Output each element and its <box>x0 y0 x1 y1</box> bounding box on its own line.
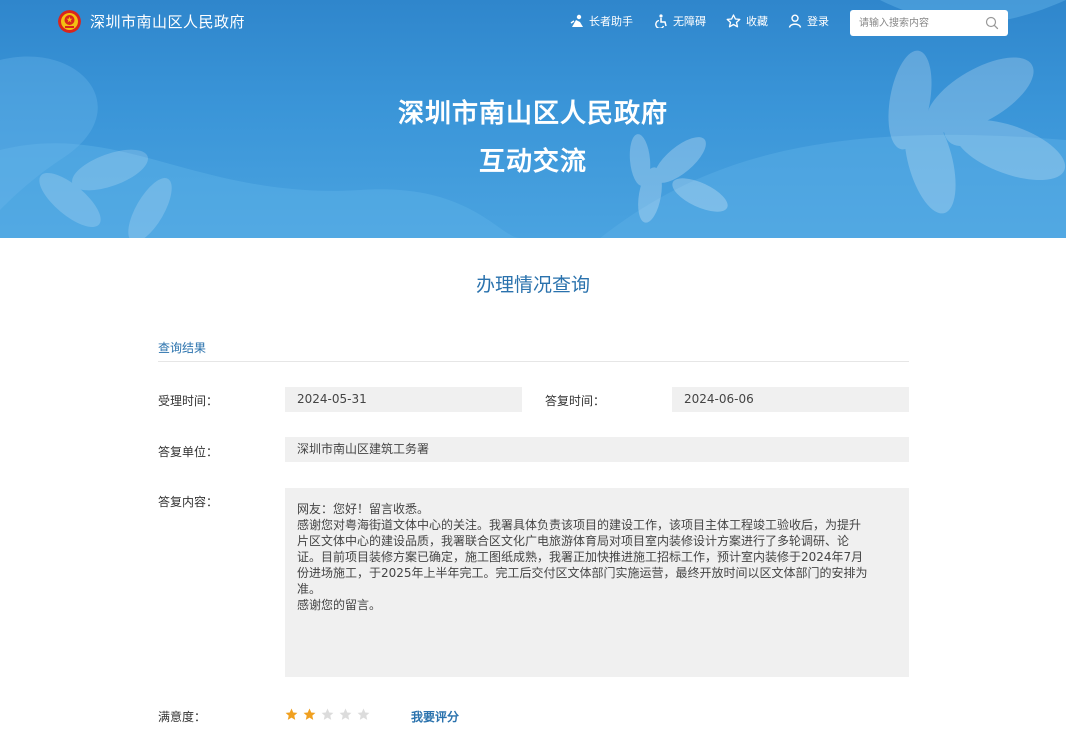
reply-unit-label: 答复单位： <box>158 445 219 459</box>
satisfaction-rating[interactable] <box>285 708 375 721</box>
reply-line: 准。 <box>297 582 322 596</box>
star-outline-icon <box>726 14 741 28</box>
star-filled-icon[interactable] <box>285 708 298 721</box>
reply-time-label: 答复时间： <box>545 394 606 408</box>
login-link[interactable]: 登录 <box>788 13 829 29</box>
satisfaction-label: 满意度： <box>158 710 207 724</box>
star-empty-icon[interactable] <box>321 708 334 721</box>
section-divider <box>158 361 909 362</box>
elder-assistant-link[interactable]: 长者助手 <box>570 13 633 29</box>
reply-line: 片区文体中心的建设品质，我署联合区文化广电旅游体育局对项目室内装修设计方案进行了… <box>297 534 850 548</box>
reply-content-label: 答复内容： <box>158 495 219 509</box>
reply-time-value: 2024-06-06 <box>672 387 909 412</box>
banner-subtitle: 互动交流 <box>478 147 587 177</box>
elder-assistant-label: 长者助手 <box>589 15 633 28</box>
national-emblem-icon <box>58 10 81 33</box>
reply-content-box: 网友：您好！留言收悉。 感谢您对粤海街道文体中心的关注。我署具体负责该项目的建设… <box>285 488 909 677</box>
elder-assistant-icon <box>570 14 583 27</box>
user-icon <box>788 14 802 28</box>
section-title: 查询结果 <box>158 341 207 355</box>
search-input[interactable] <box>850 10 980 36</box>
reply-line: 份进场施工，于2025年上半年完工。完工后交付区文体部门实施运营，最终开放时间以… <box>297 566 868 580</box>
accessibility-label: 无障碍 <box>673 15 706 28</box>
top-navigation-bar: 深圳市南山区人民政府 长者助手 无障碍 收藏 登录 请输入搜索内容 <box>0 0 1066 44</box>
accessibility-icon <box>655 14 667 28</box>
accept-time-value: 2024-05-31 <box>285 387 522 412</box>
reply-line: 证。目前项目装修方案已确定，施工图纸成熟，我署正加快推进施工招标工作，预计室内装… <box>297 550 864 564</box>
star-empty-icon[interactable] <box>339 708 352 721</box>
login-label: 登录 <box>807 15 829 28</box>
star-empty-icon[interactable] <box>357 708 370 721</box>
favorite-label: 收藏 <box>746 15 768 28</box>
search-icon[interactable] <box>985 16 999 30</box>
banner-title: 深圳市南山区人民政府 <box>397 99 668 129</box>
site-brand[interactable]: 深圳市南山区人民政府 <box>58 10 245 33</box>
site-name: 深圳市南山区人民政府 <box>90 13 246 31</box>
page-title: 办理情况查询 <box>475 274 590 296</box>
reply-unit-value: 深圳市南山区建筑工务署 <box>285 437 909 462</box>
rate-button[interactable]: 我要评分 <box>411 708 459 725</box>
banner: 深圳市南山区人民政府 长者助手 无障碍 收藏 登录 请输入搜索内容 深圳市南山区… <box>0 0 1066 238</box>
accept-time-label: 受理时间： <box>158 394 219 408</box>
favorite-link[interactable]: 收藏 <box>726 13 768 29</box>
search-box <box>850 10 1008 36</box>
reply-line: 网友：您好！留言收悉。 <box>297 502 430 516</box>
reply-line: 感谢您对粤海街道文体中心的关注。我署具体负责该项目的建设工作，该项目主体工程竣工… <box>297 518 862 532</box>
accessibility-link[interactable]: 无障碍 <box>654 13 706 29</box>
reply-line: 感谢您的留言。 <box>297 598 382 612</box>
star-filled-icon[interactable] <box>303 708 316 721</box>
